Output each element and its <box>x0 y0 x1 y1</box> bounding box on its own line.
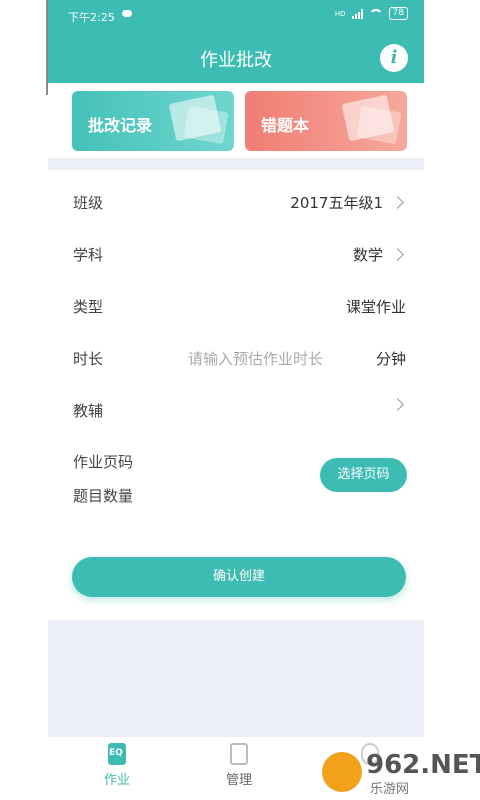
status-time: 下午2:25 <box>68 11 115 24</box>
type-label: 类型 <box>73 298 104 316</box>
status-bar: 下午2:25 HD 78 <box>48 0 424 30</box>
tutor-row[interactable]: 教辅 <box>48 384 424 436</box>
app-screen: 下午2:25 HD 78 作业批改 i 批改记录 错题本 班级 2017五年级1… <box>48 0 424 800</box>
grading-records-card[interactable]: 批改记录 <box>72 91 234 151</box>
class-value: 2017五年级1 <box>290 194 383 212</box>
tab-homework[interactable]: 作业 <box>77 743 157 788</box>
watermark-subtext: 乐游网 <box>366 778 414 797</box>
duration-label: 时长 <box>73 350 104 368</box>
manage-icon <box>230 743 248 765</box>
info-icon[interactable]: i <box>380 44 408 72</box>
confirm-create-button[interactable]: 确认创建 <box>72 557 406 597</box>
battery-icon: 78 <box>388 7 408 20</box>
chevron-right-icon <box>391 248 404 261</box>
section-divider <box>48 158 424 170</box>
watermark-text: 962.NET <box>366 750 480 780</box>
watermark-logo-icon <box>322 752 362 792</box>
class-value-wrap: 2017五年级1 <box>290 192 406 213</box>
card-label: 批改记录 <box>88 116 153 135</box>
mistake-book-card[interactable]: 错题本 <box>245 91 407 151</box>
wifi-icon <box>368 8 383 19</box>
duration-row: 时长 请输入预估作业时长 分钟 <box>48 332 424 384</box>
question-count-label: 题目数量 <box>73 487 134 505</box>
watermark: 962.NET 乐游网 <box>322 748 480 797</box>
page-title: 作业批改 <box>200 50 272 71</box>
network-label: HD <box>334 9 346 18</box>
type-row[interactable]: 类型 课堂作业 <box>48 280 424 332</box>
card-label: 错题本 <box>261 116 310 135</box>
homework-icon <box>108 743 126 765</box>
class-row[interactable]: 班级 2017五年级1 <box>48 176 424 228</box>
subject-row[interactable]: 学科 数学 <box>48 228 424 280</box>
subject-label: 学科 <box>73 246 104 264</box>
chevron-right-icon <box>391 398 404 411</box>
type-value: 课堂作业 <box>345 298 406 316</box>
duration-input[interactable]: 请输入预估作业时长 <box>188 348 323 369</box>
right-margin <box>424 0 480 800</box>
header: 下午2:25 HD 78 作业批改 i <box>48 0 424 83</box>
chevron-right-icon <box>391 196 404 209</box>
cloud-icon <box>122 10 132 17</box>
signal-icon <box>351 8 363 19</box>
subject-value: 数学 <box>352 246 383 264</box>
tutor-label: 教辅 <box>73 402 104 420</box>
shortcut-cards: 批改记录 错题本 <box>48 83 424 158</box>
tab-label: 作业 <box>103 773 130 788</box>
select-page-button[interactable]: 选择页码 <box>320 458 407 492</box>
tutor-value-wrap <box>383 398 406 411</box>
status-icons: HD 78 <box>335 7 408 20</box>
tab-label: 管理 <box>225 773 252 788</box>
page-number-label: 作业页码 <box>73 453 134 471</box>
duration-unit: 分钟 <box>375 350 406 368</box>
class-label: 班级 <box>73 194 104 212</box>
left-margin <box>0 0 49 800</box>
subject-value-wrap: 数学 <box>353 244 406 265</box>
tab-manage[interactable]: 管理 <box>199 743 279 788</box>
empty-area <box>48 620 424 736</box>
